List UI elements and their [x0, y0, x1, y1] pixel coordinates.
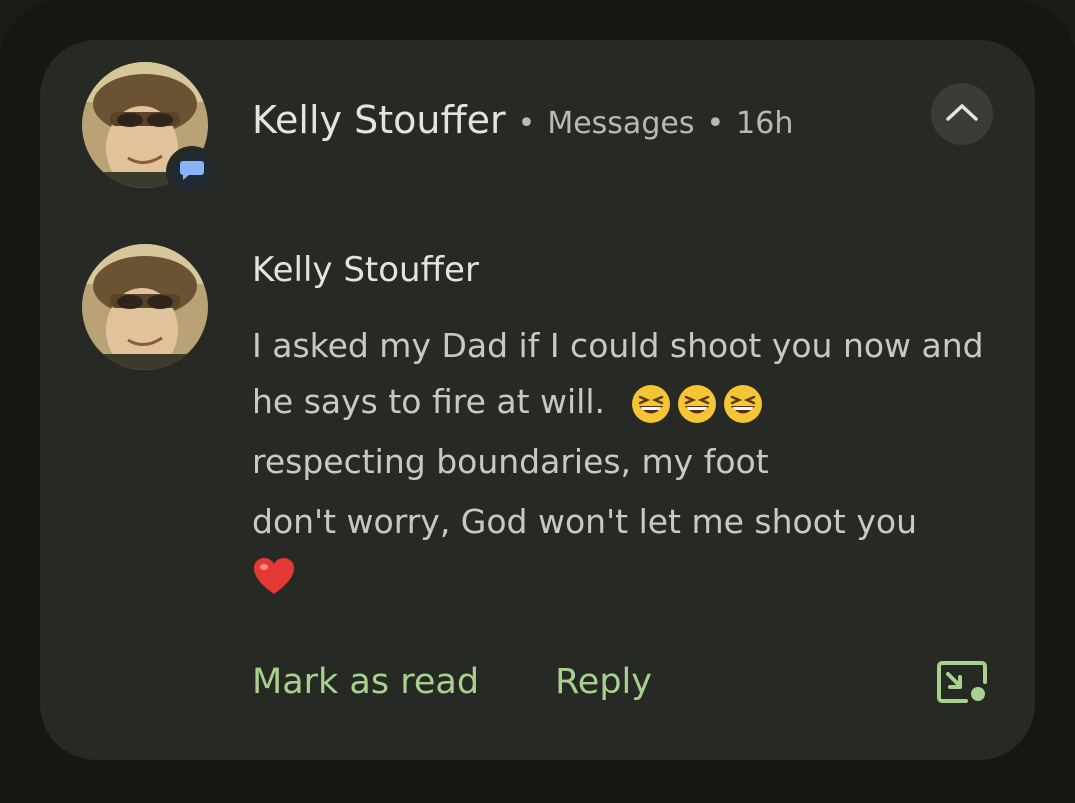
- red-heart-emoji: [254, 558, 294, 594]
- messages-app-badge: [166, 146, 218, 198]
- bubble-expand-button[interactable]: [936, 660, 988, 704]
- separator-dot: •: [706, 106, 725, 141]
- grinning-squinting-face-emoji: [677, 384, 716, 423]
- message-sender-name: Kelly Stouffer: [252, 250, 479, 290]
- separator-dot: •: [517, 106, 536, 141]
- grinning-squinting-face-emoji: [631, 384, 670, 423]
- timestamp: 16h: [736, 106, 794, 141]
- app-name: Messages: [547, 106, 695, 141]
- message-text: I asked my Dad if I could shoot you now …: [252, 326, 984, 421]
- picture-in-picture-icon: [936, 661, 988, 708]
- notification-shade: Kelly Stouffer • Messages • 16h Kelly St…: [0, 0, 1075, 803]
- notification-header: Kelly Stouffer • Messages • 16h: [252, 98, 793, 154]
- laughing-emoji-group: [630, 383, 768, 425]
- message-body: I asked my Dad if I could shoot you now …: [252, 318, 992, 604]
- message-sender-avatar: [82, 244, 208, 370]
- header-sender-name: Kelly Stouffer: [252, 98, 506, 142]
- mark-as-read-button[interactable]: Mark as read: [252, 662, 479, 702]
- message-line: respecting boundaries, my foot: [252, 442, 769, 481]
- chevron-up-icon: [945, 102, 979, 126]
- reply-button[interactable]: Reply: [555, 662, 652, 702]
- grinning-squinting-face-emoji: [723, 384, 762, 423]
- notification-actions: Mark as read Reply: [252, 656, 652, 708]
- chat-bubble-icon: [179, 158, 205, 186]
- message-line: don't worry, God won't let me shoot you: [252, 502, 917, 541]
- collapse-button[interactable]: [931, 83, 993, 145]
- message-line: [252, 556, 992, 604]
- message-line: I asked my Dad if I could shoot you now …: [252, 318, 992, 430]
